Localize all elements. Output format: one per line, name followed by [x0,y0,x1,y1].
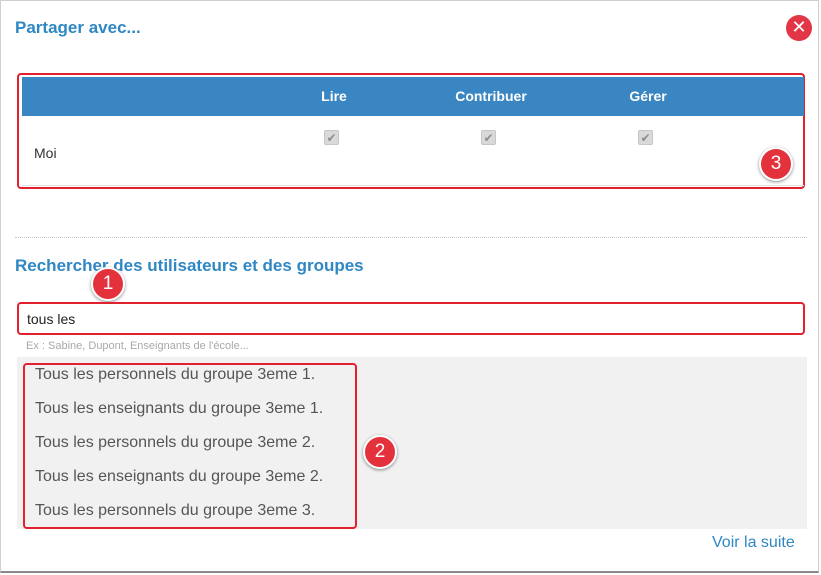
checkbox-lire[interactable]: ✔ [324,130,339,145]
search-heading: Rechercher des utilisateurs et des group… [15,256,364,275]
permissions-row: Moi ✔ ✔ ✔ [22,116,804,186]
checkbox-gerer[interactable]: ✔ [638,130,653,145]
close-icon[interactable]: ✕ [786,15,812,41]
column-header-gerer: Gérer [629,88,667,104]
column-header-lire: Lire [321,88,347,104]
annotation-badge-2: 2 [363,435,397,469]
result-item[interactable]: Tous les enseignants du groupe 3eme 2. [35,468,323,486]
result-item[interactable]: Tous les enseignants du groupe 3eme 1. [35,400,323,418]
search-highlight-box [17,302,810,335]
permissions-table-header: Lire Contribuer Gérer [22,77,804,116]
dialog-title: Partager avec... [15,18,141,37]
annotation-badge-1: 1 [91,267,125,301]
search-hint: Ex : Sabine, Dupont, Enseignants de l'éc… [26,340,249,352]
see-more-link[interactable]: Voir la suite [712,534,795,552]
share-dialog: Partager avec... ✕ Lire Contribuer Gérer… [0,0,819,573]
search-input[interactable] [22,307,810,330]
permissions-highlight-box: Lire Contribuer Gérer Moi ✔ ✔ ✔ [17,73,805,189]
annotation-badge-3: 3 [759,147,793,181]
result-item[interactable]: Tous les personnels du groupe 3eme 1. [35,366,315,384]
result-item[interactable]: Tous les personnels du groupe 3eme 2. [35,434,315,452]
section-divider [15,237,807,238]
column-header-contribuer: Contribuer [455,88,527,104]
permission-user-name: Moi [34,145,57,161]
checkbox-contribuer[interactable]: ✔ [481,130,496,145]
result-item[interactable]: Tous les personnels du groupe 3eme 3. [35,502,315,520]
